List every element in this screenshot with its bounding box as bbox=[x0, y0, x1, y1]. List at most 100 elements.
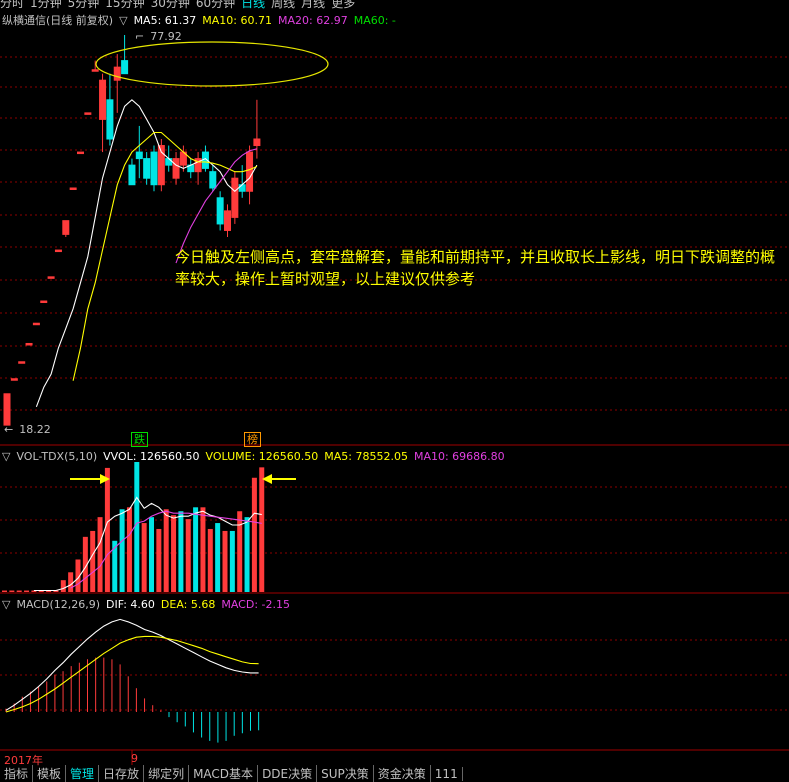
candle-body-11 bbox=[84, 112, 92, 115]
rank-badge[interactable]: 榜 bbox=[244, 432, 261, 447]
candle-body-18 bbox=[135, 151, 143, 160]
volume-bar-29 bbox=[215, 523, 221, 592]
low-price-value: 18.22 bbox=[19, 423, 51, 436]
volume-bar-34 bbox=[251, 477, 257, 592]
volume-bar-24 bbox=[178, 511, 184, 592]
stock-chart-window: 分时 1分钟 5分钟 15分钟 30分钟 60分钟 日线 周线 月线 更多 纵横通信(日线 前复权… bbox=[0, 0, 789, 782]
candle-body-5 bbox=[40, 300, 48, 304]
candle-body-20 bbox=[150, 151, 158, 186]
volume-bar-22 bbox=[163, 509, 169, 592]
candle-body-8 bbox=[62, 220, 70, 235]
stock-title: 纵横通信(日线 前复权) bbox=[2, 14, 114, 27]
period-tab-2[interactable]: 5分钟 bbox=[68, 0, 100, 10]
high-arrow-icon: ⌐ bbox=[135, 30, 145, 43]
period-tab-0[interactable]: 分时 bbox=[0, 0, 24, 10]
indicator-tab-8[interactable]: 资金决策 bbox=[374, 765, 431, 782]
volume-ma5-readout: MA5: 78552.05 bbox=[324, 450, 408, 463]
volume-bar-8 bbox=[60, 580, 66, 592]
candle-body-4 bbox=[32, 322, 40, 326]
indicator-tab-3[interactable]: 日存放 bbox=[99, 765, 145, 782]
candle-body-3 bbox=[25, 342, 33, 346]
vvol-readout: VVOL: 126560.50 bbox=[103, 450, 200, 463]
resistance-highlight-ellipse bbox=[95, 41, 329, 87]
volume-bar-2 bbox=[16, 590, 22, 592]
volume-bar-20 bbox=[149, 517, 154, 592]
candle-body-1 bbox=[10, 378, 18, 381]
volume-bar-13 bbox=[97, 517, 103, 592]
volume-bar-12 bbox=[90, 530, 96, 592]
volume-bar-32 bbox=[237, 511, 243, 592]
period-tab-4[interactable]: 30分钟 bbox=[151, 0, 190, 10]
volume-arrow-left-icon bbox=[70, 474, 110, 484]
volume-indicator-name: VOL-TDX(5,10) bbox=[16, 450, 98, 463]
volume-ma10-readout: MA10: 69686.80 bbox=[413, 450, 505, 463]
collapse-marker-icon[interactable]: ▽ bbox=[119, 14, 127, 27]
ma5-readout: MA5: 61.37 bbox=[133, 14, 197, 27]
analysis-annotation: 今日触及左侧高点，套牢盘解套，量能和前期持平，并且收取长上影线，明日下跌调整的概… bbox=[175, 248, 776, 288]
indicator-tab-5[interactable]: MACD基本 bbox=[189, 765, 259, 782]
indicator-tab-2[interactable]: 管理 bbox=[66, 765, 100, 782]
volume-bar-27 bbox=[200, 507, 206, 592]
indicator-tab-9[interactable]: 111 bbox=[431, 767, 463, 781]
indicator-tab-1[interactable]: 模板 bbox=[33, 765, 67, 782]
period-tab-1[interactable]: 1分钟 bbox=[30, 0, 62, 10]
period-tab-6[interactable]: 日线 bbox=[241, 0, 265, 10]
volume-bar-9 bbox=[68, 572, 74, 592]
low-price-label: ← 18.22 bbox=[4, 423, 57, 436]
volume-bar-14 bbox=[104, 467, 110, 592]
macd-collapse-marker-icon[interactable]: ▽ bbox=[2, 598, 10, 611]
candle-body-0 bbox=[3, 393, 11, 426]
candle-body-13 bbox=[99, 79, 107, 120]
high-price-value: 77.92 bbox=[150, 30, 182, 43]
candle-body-17 bbox=[128, 164, 136, 186]
candle-body-29 bbox=[216, 197, 224, 225]
candle-body-34 bbox=[253, 138, 261, 147]
low-arrow-icon: ← bbox=[4, 423, 14, 436]
indicator-tab-6[interactable]: DDE决策 bbox=[258, 765, 318, 782]
candle-body-30 bbox=[224, 210, 231, 231]
candle-body-15 bbox=[113, 66, 121, 81]
price-panel-header: 纵横通信(日线 前复权) ▽ MA5: 61.37 MA10: 60.71 MA20: … bbox=[2, 12, 402, 28]
drop-badge[interactable]: 跌 bbox=[131, 432, 148, 447]
candle-body-31 bbox=[231, 177, 239, 218]
candle-body-6 bbox=[47, 276, 55, 279]
volume-bar-16 bbox=[119, 509, 125, 592]
high-price-label: ⌐ 77.92 bbox=[135, 30, 188, 43]
volume-bar-28 bbox=[207, 528, 213, 592]
volume-collapse-marker-icon[interactable]: ▽ bbox=[2, 450, 10, 463]
dea-line bbox=[5, 635, 259, 713]
macd-indicator-name: MACD(12,26,9) bbox=[16, 598, 101, 611]
candle-body-28 bbox=[209, 171, 217, 189]
macd-readout: MACD: -2.15 bbox=[221, 598, 290, 611]
period-tab-3[interactable]: 15分钟 bbox=[105, 0, 144, 10]
volume-bar-25 bbox=[185, 519, 191, 592]
macd-panel-header: ▽ MACD(12,26,9) DIF: 4.60 DEA: 5.68 MACD: -2… bbox=[2, 598, 296, 611]
volume-bar-21 bbox=[156, 528, 162, 592]
volume-bar-30 bbox=[222, 530, 228, 592]
candle-body-16 bbox=[121, 60, 129, 75]
volume-bar-3 bbox=[24, 590, 30, 592]
candle-body-23 bbox=[172, 158, 180, 179]
candle-body-2 bbox=[18, 361, 26, 364]
period-tab-9[interactable]: 更多 bbox=[331, 0, 355, 10]
volume-bar-0 bbox=[2, 590, 7, 592]
volume-readout: VOLUME: 126560.50 bbox=[205, 450, 319, 463]
volume-bar-1 bbox=[9, 590, 15, 592]
indicator-tab-4[interactable]: 绑定列 bbox=[144, 765, 190, 782]
volume-ma5-line bbox=[33, 496, 262, 592]
candle-body-12 bbox=[91, 69, 99, 72]
indicator-tab-0[interactable]: 指标 bbox=[0, 765, 34, 782]
period-tab-bar: 分时 1分钟 5分钟 15分钟 30分钟 60分钟 日线 周线 月线 更多 bbox=[0, 0, 361, 10]
volume-bar-19 bbox=[141, 523, 147, 592]
dif-readout: DIF: 4.60 bbox=[106, 598, 155, 611]
period-tab-5[interactable]: 60分钟 bbox=[196, 0, 235, 10]
ma20-readout: MA20: 62.97 bbox=[278, 14, 348, 27]
chart-canvas bbox=[0, 35, 789, 765]
candle-body-19 bbox=[143, 158, 151, 179]
indicator-tab-7[interactable]: SUP决策 bbox=[317, 765, 374, 782]
period-tab-8[interactable]: 月线 bbox=[301, 0, 325, 10]
indicator-tab-bar: 指标 模板 管理 日存放 绑定列 MACD基本 DDE决策 SUP决策 资金决策 111 bbox=[0, 765, 463, 782]
volume-bar-31 bbox=[229, 530, 235, 592]
period-tab-7[interactable]: 周线 bbox=[271, 0, 295, 10]
volume-panel-header: ▽ VOL-TDX(5,10) VVOL: 126560.50 VOLUME: 126… bbox=[2, 450, 511, 463]
